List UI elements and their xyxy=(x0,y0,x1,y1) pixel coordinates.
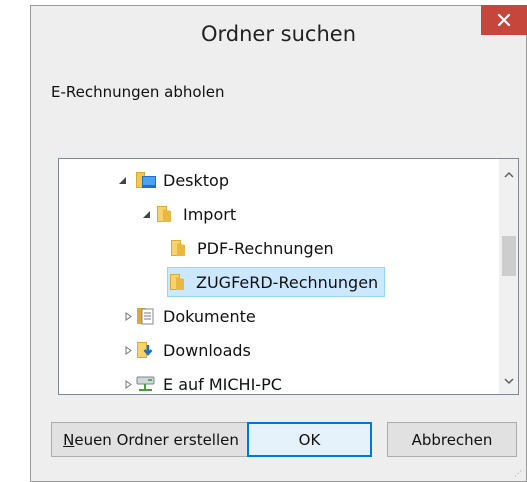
expand-arrow-icon[interactable] xyxy=(121,367,135,394)
title-bar: Ordner suchen xyxy=(31,5,527,63)
scroll-thumb[interactable] xyxy=(502,236,516,276)
ok-label: OK xyxy=(298,430,321,449)
cancel-label: Abbrechen xyxy=(411,430,493,449)
tree-label: PDF-Rechnungen xyxy=(197,238,334,258)
downloads-icon xyxy=(137,342,153,358)
folder-browser-dialog: Ordner suchen E-Rechnungen abholen Deskt… xyxy=(30,5,527,482)
ok-button[interactable]: OK xyxy=(247,422,372,457)
chevron-down-icon xyxy=(504,377,514,384)
dialog-title: Ordner suchen xyxy=(201,22,356,46)
collapse-arrow-icon[interactable] xyxy=(139,197,153,231)
tree-node-import[interactable]: Import xyxy=(155,199,242,229)
tree-scrollbar[interactable] xyxy=(499,159,518,394)
new-folder-mnemonic: N xyxy=(63,430,75,449)
tree-label: E auf MICHI-PC xyxy=(163,374,282,394)
tree-node-e-auf-michi-pc[interactable]: E auf MICHI-PC xyxy=(135,369,288,394)
close-button[interactable] xyxy=(481,5,527,35)
desktop-folder-icon xyxy=(136,172,156,188)
expand-arrow-icon[interactable] xyxy=(121,299,135,333)
tree-node-desktop[interactable]: Desktop xyxy=(135,165,235,195)
tree-item-import: Import xyxy=(59,197,500,231)
cancel-button[interactable]: Abbrechen xyxy=(387,422,517,457)
tree-item-desktop: Desktop xyxy=(59,163,500,197)
folder-icon xyxy=(171,240,185,256)
new-folder-label: Neuen Ordner erstellen xyxy=(63,431,239,449)
network-drive-icon xyxy=(136,376,155,391)
tree-node-dokumente[interactable]: Dokumente xyxy=(135,301,262,331)
tree-item-pdf-rechnungen: PDF-Rechnungen xyxy=(59,231,500,265)
documents-icon xyxy=(137,308,154,325)
tree-item-downloads: Downloads xyxy=(59,333,500,367)
tree-node-downloads[interactable]: Downloads xyxy=(135,335,257,365)
tree-label: Dokumente xyxy=(163,306,256,326)
resize-grip-icon[interactable]: ⋰ xyxy=(514,469,524,479)
new-folder-label-rest: euen Ordner erstellen xyxy=(74,430,239,449)
scroll-down-button[interactable] xyxy=(500,372,518,390)
tree-node-pdf-rechnungen[interactable]: PDF-Rechnungen xyxy=(169,233,340,263)
dialog-description: E-Rechnungen abholen xyxy=(51,83,225,101)
folder-icon xyxy=(170,274,184,290)
folder-icon xyxy=(157,206,171,222)
scroll-up-button[interactable] xyxy=(500,165,518,183)
tree-item-zugferd-rechnungen: ZUGFeRD-Rechnungen xyxy=(59,265,500,299)
collapse-arrow-icon[interactable] xyxy=(115,163,129,197)
tree-label: Import xyxy=(183,204,237,224)
tree-label: Desktop xyxy=(163,170,229,190)
expand-arrow-icon[interactable] xyxy=(121,333,135,367)
tree-label: ZUGFeRD-Rechnungen xyxy=(196,272,379,292)
tree-item-dokumente: Dokumente xyxy=(59,299,500,333)
folder-tree[interactable]: Desktop Import PDF-Rechnungen ZUGFeRD-Re… xyxy=(58,158,519,395)
tree-label: Downloads xyxy=(163,340,251,360)
tree-item-e-auf-michi-pc: E auf MICHI-PC xyxy=(59,367,500,394)
new-folder-button[interactable]: Neuen Ordner erstellen xyxy=(51,422,251,457)
close-icon xyxy=(497,13,511,27)
chevron-up-icon xyxy=(504,171,514,178)
tree-node-zugferd-rechnungen[interactable]: ZUGFeRD-Rechnungen xyxy=(167,267,386,297)
